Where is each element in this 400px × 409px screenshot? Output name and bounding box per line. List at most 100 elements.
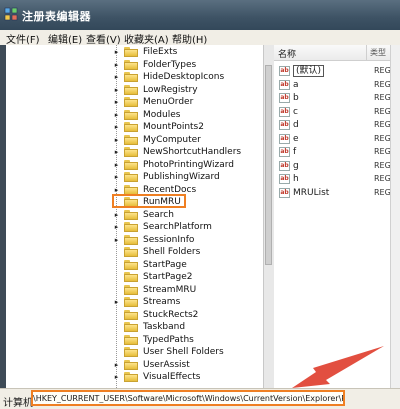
folder-icon (124, 72, 138, 82)
tree-item-sessioninfo[interactable]: ▸ SessionInfo (112, 234, 262, 246)
value-row-f[interactable]: ab f REG_ (276, 146, 400, 158)
expand-icon[interactable]: ▸ (112, 135, 121, 145)
tree-item-visualeffects[interactable]: ▸ VisualEffects (112, 371, 262, 383)
folder-icon (124, 172, 138, 182)
menu-favorites[interactable]: 收藏夹(A) (124, 31, 169, 46)
expand-icon[interactable] (112, 322, 121, 332)
value-row-default[interactable]: ab (默认) REG_ (276, 65, 400, 77)
tree-item-photoprintingwizard[interactable]: ▸ PhotoPrintingWizard (112, 159, 262, 171)
expand-icon[interactable]: ▸ (112, 172, 121, 182)
tree-item-newshortcuthandlers[interactable]: ▸ NewShortcutHandlers (112, 146, 262, 158)
tree-item-fileexts[interactable]: ▸ FileExts (112, 46, 262, 58)
folder-icon (124, 334, 138, 345)
expand-icon[interactable]: ▸ (112, 110, 121, 120)
column-separator[interactable] (366, 45, 367, 60)
expand-icon[interactable] (112, 335, 121, 345)
folder-icon (124, 247, 138, 257)
tree-item-searchplatform[interactable]: ▸ SearchPlatform (112, 221, 262, 233)
value-row-h[interactable]: ab h REG_ (276, 173, 400, 185)
folder-icon (124, 372, 138, 382)
expand-icon[interactable] (112, 285, 121, 295)
menu-view[interactable]: 查看(V) (86, 31, 121, 46)
tree-scrollbar[interactable] (263, 45, 274, 388)
expand-icon[interactable]: ▸ (112, 160, 121, 170)
expand-icon[interactable]: ▸ (112, 372, 121, 382)
expand-icon[interactable] (112, 272, 121, 282)
title-bar[interactable]: 注册表编辑器 (0, 0, 400, 30)
value-row-b[interactable]: ab b REG_ (276, 92, 400, 104)
tree-item-taskband[interactable]: Taskband (112, 321, 262, 333)
tree-item-typedpaths[interactable]: TypedPaths (112, 334, 262, 346)
expand-icon[interactable] (112, 310, 121, 320)
tree-item-mountpoints2[interactable]: ▸ MountPoints2 (112, 121, 262, 133)
expand-icon[interactable] (112, 347, 121, 357)
expand-icon[interactable]: ▸ (112, 85, 121, 95)
menu-bar: 文件(F) 编辑(E) 查看(V) 收藏夹(A) 帮助(H) (0, 30, 400, 46)
list-scrollbar[interactable] (390, 45, 400, 388)
value-row-mrulist[interactable]: ab MRUList REG_ (276, 187, 400, 199)
tree-item-publishingwizard[interactable]: ▸ PublishingWizard (112, 171, 262, 183)
column-type-header[interactable]: 类型 (370, 47, 386, 58)
tree-item-startpage2[interactable]: StartPage2 (112, 271, 262, 283)
key-tree[interactable]: ▸ FileExts ▸ FolderTypes ▸ HideDesktopIcons… (0, 45, 264, 388)
tree-item-modules[interactable]: ▸ Modules (112, 109, 262, 121)
expand-icon[interactable]: ▸ (112, 360, 121, 370)
tree-left-edge (0, 45, 6, 388)
tree-item-menuorder[interactable]: ▸ MenuOrder (112, 96, 262, 108)
tree-item-streammru[interactable]: StreamMRU (112, 284, 262, 296)
expand-icon[interactable]: ▸ (112, 60, 121, 70)
folder-icon (124, 259, 138, 270)
menu-help[interactable]: 帮助(H) (172, 31, 207, 46)
folder-icon (124, 84, 138, 95)
value-row-a[interactable]: ab a REG_ (276, 79, 400, 91)
expand-icon[interactable]: ▸ (112, 72, 121, 82)
expand-icon[interactable] (112, 247, 121, 257)
folder-icon (124, 309, 138, 320)
value-row-g[interactable]: ab g REG_ (276, 160, 400, 172)
folder-icon (124, 109, 138, 120)
menu-edit[interactable]: 编辑(E) (48, 31, 82, 46)
expand-icon[interactable] (112, 260, 121, 270)
string-value-icon: ab (279, 133, 290, 144)
string-value-icon: ab (279, 106, 290, 117)
expand-icon[interactable]: ▸ (112, 122, 121, 132)
tree-item-userassist[interactable]: ▸ UserAssist (112, 359, 262, 371)
value-row-d[interactable]: ab d REG_ (276, 119, 400, 131)
runmru-highlight-box (112, 194, 186, 208)
value-row-e[interactable]: ab e REG_ (276, 133, 400, 145)
menu-file[interactable]: 文件(F) (6, 31, 40, 46)
tree-item-user-shell-folders[interactable]: User Shell Folders (112, 346, 262, 358)
tree-item-foldertypes[interactable]: ▸ FolderTypes (112, 59, 262, 71)
tree-item-streams[interactable]: ▸ Streams (112, 296, 262, 308)
string-value-icon: ab (279, 187, 290, 198)
tree-item-hidedesktopicons[interactable]: ▸ HideDesktopIcons (112, 71, 262, 83)
status-computer-label: 计算机 (3, 398, 33, 409)
expand-icon[interactable]: ▸ (112, 210, 121, 220)
string-value-icon: ab (279, 174, 290, 184)
tree-item-startpage[interactable]: StartPage (112, 259, 262, 271)
tree-item-shell-folders[interactable]: Shell Folders (112, 246, 262, 258)
expand-icon[interactable]: ▸ (112, 147, 121, 157)
expand-icon[interactable]: ▸ (112, 297, 121, 307)
folder-icon (124, 59, 138, 70)
folder-icon (124, 134, 138, 145)
folder-icon (124, 234, 138, 245)
tree-item-lowregistry[interactable]: ▸ LowRegistry (112, 84, 262, 96)
list-header: 名称 类型 (274, 45, 400, 61)
tree-scroll-thumb[interactable] (265, 65, 272, 265)
value-row-c[interactable]: ab c REG_ (276, 106, 400, 118)
value-list[interactable]: 名称 类型 ab (默认) REG_ ab a REG_ ab b REG_ ab c REG_… (274, 45, 400, 388)
tree-item-mycomputer[interactable]: ▸ MyComputer (112, 134, 262, 146)
expand-icon[interactable]: ▸ (112, 97, 121, 107)
expand-icon[interactable]: ▸ (112, 47, 121, 57)
folder-icon (124, 209, 138, 220)
expand-icon[interactable]: ▸ (112, 235, 121, 245)
tree-item-search[interactable]: ▸ Search (112, 209, 262, 221)
string-value-icon: ab (279, 93, 290, 103)
expand-icon[interactable]: ▸ (112, 185, 121, 195)
folder-icon (124, 122, 138, 132)
expand-icon[interactable]: ▸ (112, 222, 121, 232)
column-name-header[interactable]: 名称 (278, 47, 296, 60)
tree-item-stuckrects2[interactable]: StuckRects2 (112, 309, 262, 321)
folder-icon (124, 272, 138, 282)
